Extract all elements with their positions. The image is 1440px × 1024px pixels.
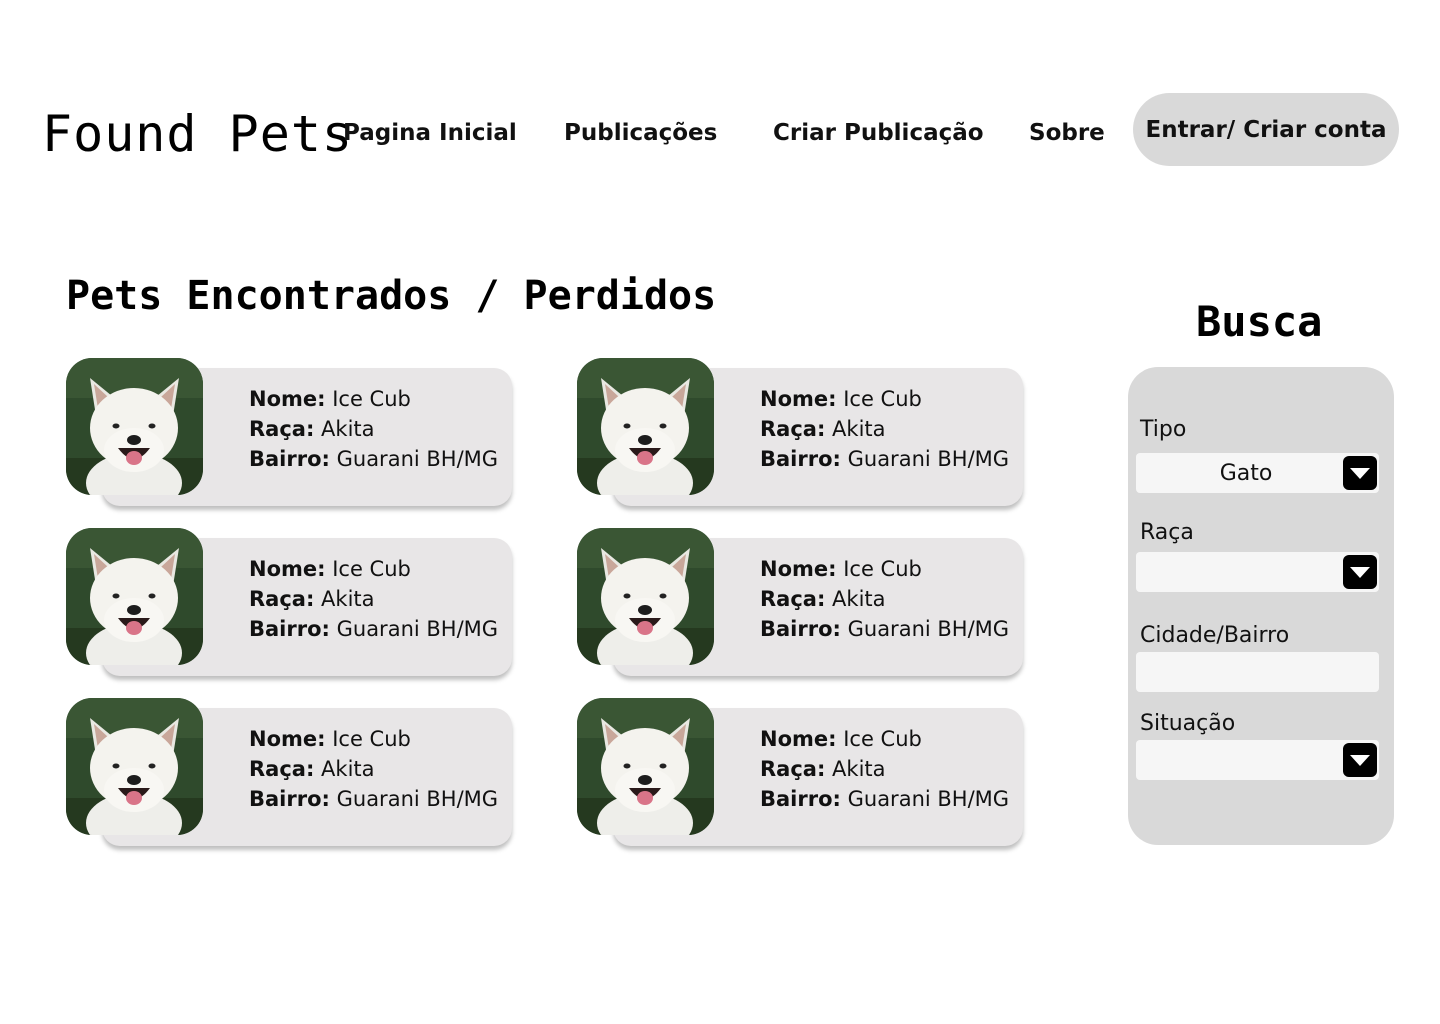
caret-down-icon[interactable] (1343, 555, 1377, 589)
pet-info: Nome: Ice Cub Raça: Akita Bairro: Guaran… (249, 554, 498, 644)
search-panel: Tipo Gato Raça Cidade/Bairro Situação (1128, 367, 1394, 845)
pet-photo (66, 698, 203, 835)
search-title: Busca (1196, 297, 1323, 346)
pet-card[interactable]: Nome: Ice Cub Raça: Akita Bairro: Guaran… (66, 358, 516, 508)
pet-card[interactable]: Nome: Ice Cub Raça: Akita Bairro: Guaran… (577, 698, 1027, 848)
breed-select[interactable] (1136, 552, 1379, 592)
breed-label: Raça: (249, 417, 315, 441)
name-label: Nome: (249, 727, 326, 751)
pet-district: Guarani BH/MG (336, 447, 499, 471)
breed-label: Raça: (760, 587, 826, 611)
pet-name: Ice Cub (332, 387, 411, 411)
pet-breed: Akita (321, 757, 375, 781)
pet-card[interactable]: Nome: Ice Cub Raça: Akita Bairro: Guaran… (66, 698, 516, 848)
pet-photo (66, 358, 203, 495)
pet-name: Ice Cub (843, 387, 922, 411)
district-label: Bairro: (760, 617, 841, 641)
breed-filter-label: Raça (1140, 520, 1194, 545)
district-label: Bairro: (249, 447, 330, 471)
name-label: Nome: (760, 557, 837, 581)
pet-info: Nome: Ice Cub Raça: Akita Bairro: Guaran… (760, 384, 1009, 474)
pet-info: Nome: Ice Cub Raça: Akita Bairro: Guaran… (249, 724, 498, 814)
pet-district: Guarani BH/MG (336, 617, 499, 641)
breed-label: Raça: (760, 417, 826, 441)
breed-label: Raça: (249, 587, 315, 611)
type-select[interactable]: Gato (1136, 453, 1379, 493)
logo[interactable]: Found Pets (42, 104, 353, 164)
status-select[interactable] (1136, 740, 1379, 780)
pet-info: Nome: Ice Cub Raça: Akita Bairro: Guaran… (760, 554, 1009, 644)
district-label: Bairro: (249, 787, 330, 811)
pet-district: Guarani BH/MG (847, 787, 1010, 811)
name-label: Nome: (249, 387, 326, 411)
pet-info: Nome: Ice Cub Raça: Akita Bairro: Guaran… (249, 384, 498, 474)
pet-breed: Akita (321, 587, 375, 611)
page-title: Pets Encontrados / Perdidos (66, 273, 717, 319)
nav-home[interactable]: Pagina Inicial (343, 118, 517, 148)
district-label: Bairro: (249, 617, 330, 641)
pet-district: Guarani BH/MG (847, 617, 1010, 641)
nav-publications[interactable]: Publicações (564, 118, 717, 148)
pet-info: Nome: Ice Cub Raça: Akita Bairro: Guaran… (760, 724, 1009, 814)
pet-card[interactable]: Nome: Ice Cub Raça: Akita Bairro: Guaran… (577, 528, 1027, 678)
pet-name: Ice Cub (332, 727, 411, 751)
pet-name: Ice Cub (843, 557, 922, 581)
district-label: Bairro: (760, 447, 841, 471)
pet-district: Guarani BH/MG (336, 787, 499, 811)
nav-about[interactable]: Sobre (1029, 118, 1105, 148)
name-label: Nome: (760, 727, 837, 751)
status-select-value (1136, 740, 1356, 780)
type-select-value: Gato (1219, 460, 1273, 486)
login-button[interactable]: Entrar/ Criar conta (1133, 93, 1399, 166)
pet-district: Guarani BH/MG (847, 447, 1010, 471)
pet-name: Ice Cub (332, 557, 411, 581)
nav-create-publication[interactable]: Criar Publicação (773, 118, 984, 148)
pet-breed: Akita (832, 417, 886, 441)
city-label: Cidade/Bairro (1140, 623, 1290, 648)
pet-photo (577, 358, 714, 495)
pet-photo (577, 528, 714, 665)
pet-name: Ice Cub (843, 727, 922, 751)
city-input[interactable] (1136, 652, 1379, 692)
pet-breed: Akita (832, 757, 886, 781)
city-input-value (1136, 652, 1356, 692)
pet-photo (577, 698, 714, 835)
breed-select-value (1136, 552, 1356, 592)
district-label: Bairro: (760, 787, 841, 811)
pet-photo (66, 528, 203, 665)
pet-card[interactable]: Nome: Ice Cub Raça: Akita Bairro: Guaran… (66, 528, 516, 678)
name-label: Nome: (760, 387, 837, 411)
caret-down-icon[interactable] (1343, 743, 1377, 777)
type-label: Tipo (1140, 417, 1187, 442)
breed-label: Raça: (760, 757, 826, 781)
pet-breed: Akita (321, 417, 375, 441)
pet-card[interactable]: Nome: Ice Cub Raça: Akita Bairro: Guaran… (577, 358, 1027, 508)
status-label: Situação (1140, 711, 1236, 736)
pet-breed: Akita (832, 587, 886, 611)
caret-down-icon[interactable] (1343, 456, 1377, 490)
name-label: Nome: (249, 557, 326, 581)
breed-label: Raça: (249, 757, 315, 781)
